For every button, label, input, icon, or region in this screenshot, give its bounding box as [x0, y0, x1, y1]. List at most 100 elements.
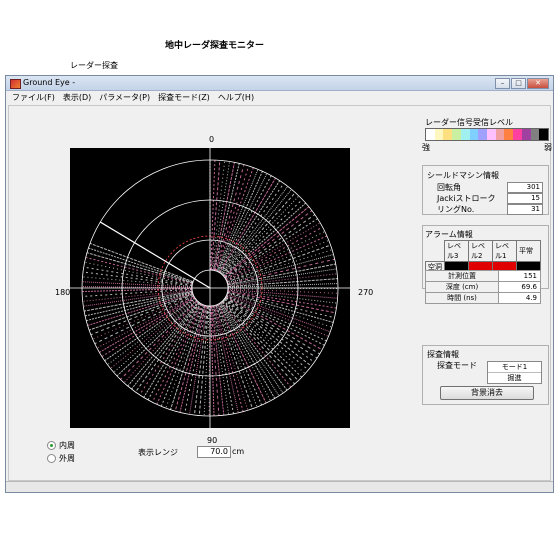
title-bar[interactable]: Ground Eye - – □ ✕	[6, 76, 553, 91]
radar-scan-line	[218, 303, 276, 399]
exploration-mode-value: モード1	[488, 362, 541, 373]
signal-level-swatch	[513, 129, 522, 140]
radar-scan-line	[219, 180, 281, 274]
radar-scan-line	[214, 165, 250, 271]
radar-position-line	[99, 221, 211, 289]
measure-time-label: 時間 (ns)	[424, 292, 500, 304]
radar-scan-line	[174, 305, 206, 412]
outer-radio-dot[interactable]	[47, 454, 56, 463]
signal-level-swatch	[443, 129, 453, 140]
measure-position-value: 151	[498, 270, 541, 282]
inner-radio-dot[interactable]	[47, 441, 56, 450]
radar-scan-line	[169, 304, 205, 410]
radar-scan-line	[104, 297, 196, 362]
alarm-corner	[426, 241, 445, 262]
signal-level-swatch	[504, 129, 514, 140]
radar-display[interactable]	[70, 148, 350, 428]
range-input[interactable]: 70.0	[197, 446, 231, 458]
jack-stroke-value: 15	[507, 193, 543, 204]
outer-radio[interactable]: 外周	[47, 453, 75, 464]
radar-scan-line	[113, 299, 197, 373]
measure-position-label: 計測位置	[424, 270, 500, 282]
radar-scan-line	[82, 271, 193, 287]
alarm-header-level3: レベル3	[444, 240, 469, 262]
inner-radio-label: 内周	[59, 441, 75, 450]
angle-label-top: 0	[209, 135, 215, 144]
angle-label-left: 180	[55, 288, 71, 297]
radar-scan-line	[223, 299, 306, 375]
radar-scan-line	[210, 160, 221, 271]
inner-radio[interactable]: 内周	[47, 440, 75, 451]
alarm-header-level2: レベル2	[468, 240, 493, 262]
signal-level-swatch	[530, 129, 540, 140]
outer-radio-label: 外周	[59, 454, 75, 463]
app-icon	[10, 79, 21, 89]
alarm-header-level1: レベル1	[492, 240, 517, 262]
range-label: 表示レンジ	[138, 448, 178, 457]
ring-no-value: 31	[507, 204, 543, 215]
radar-scan-line	[189, 305, 208, 415]
ring-no-row: リングNo. 31	[437, 204, 543, 215]
radar-scan-line	[222, 300, 299, 382]
menu-explore-mode[interactable]: 探査モード(Z)	[158, 92, 210, 103]
radar-scan-line	[107, 298, 196, 366]
signal-level-swatch	[434, 129, 444, 140]
radar-scan-label: レーダー探査	[70, 61, 118, 70]
window-title: Ground Eye -	[23, 78, 76, 87]
radar-scan-line	[223, 299, 309, 371]
signal-level-swatch	[539, 129, 549, 140]
radar-scan-line	[227, 253, 334, 284]
radar-scan-line	[219, 302, 280, 397]
exploration-mode-label: 探査モード	[437, 361, 477, 370]
signal-level-swatch	[521, 129, 531, 140]
radar-scan-line	[220, 301, 292, 388]
radar-scan-line	[193, 305, 209, 416]
close-button[interactable]: ✕	[527, 78, 549, 89]
signal-level-swatch	[452, 129, 461, 140]
minimize-button[interactable]: –	[495, 78, 510, 89]
clear-background-button[interactable]: 背景消去	[440, 386, 534, 400]
radar-scan-line	[147, 303, 202, 401]
menu-file[interactable]: ファイル(F)	[12, 92, 55, 103]
ring-no-label: リングNo.	[437, 205, 475, 214]
measurement-table: 計測位置 151 深度 (cm) 69.6 時間 (ns) 4.9	[424, 270, 541, 304]
exploration-state-value: 掘進	[507, 374, 522, 382]
rotation-label: 回転角	[437, 183, 461, 192]
radar-scan-line	[99, 296, 195, 353]
alarm-header-normal: 平常	[516, 240, 541, 262]
radar-scan-line	[214, 305, 249, 411]
angle-label-bottom: 90	[207, 436, 218, 445]
radar-scan-line	[227, 263, 336, 286]
signal-level-swatch	[495, 129, 505, 140]
maximize-button[interactable]: □	[511, 78, 526, 89]
signal-level-colorbar	[425, 128, 549, 141]
radar-scan-line	[221, 189, 292, 275]
menu-view[interactable]: 表示(D)	[63, 92, 91, 103]
radar-plot	[70, 148, 350, 428]
signal-level-title: レーダー信号受信レベル	[425, 118, 513, 127]
signal-level-swatch	[460, 129, 470, 140]
menu-parameter[interactable]: パラメータ(P)	[99, 92, 150, 103]
radar-scan-line	[211, 305, 225, 416]
signal-level-swatch	[426, 129, 435, 140]
alarm-title: アラーム情報	[425, 230, 473, 239]
signal-strong-label: 強	[422, 143, 430, 152]
menu-help[interactable]: ヘルプ(H)	[218, 92, 254, 103]
exploration-title: 探査情報	[427, 350, 459, 359]
rotation-value: 301	[507, 182, 543, 193]
radar-scan-line	[225, 222, 321, 280]
radar-scan-line	[184, 305, 207, 414]
radar-scan-line	[86, 292, 193, 322]
exploration-mode-box: モード1 掘進	[487, 361, 542, 384]
monitor-title: 地中レーダ探査モニター	[165, 41, 265, 51]
signal-level-swatch	[487, 129, 496, 140]
radar-scan-line	[224, 218, 318, 279]
range-unit: cm	[232, 447, 245, 456]
radar-scan-line	[139, 302, 201, 396]
jack-stroke-label: Jackiストローク	[437, 194, 496, 203]
signal-weak-label: 弱	[544, 143, 552, 152]
measure-depth-value: 69.6	[498, 281, 541, 293]
measure-time-value: 4.9	[498, 292, 541, 304]
signal-level-swatch	[478, 129, 488, 140]
rotation-row: 回転角 301	[437, 182, 543, 193]
